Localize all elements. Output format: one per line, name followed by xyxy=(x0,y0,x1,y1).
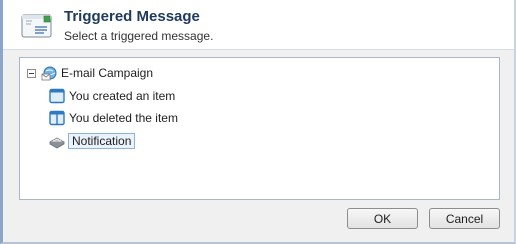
campaign-globe-icon xyxy=(41,66,57,81)
cancel-button[interactable]: Cancel xyxy=(429,208,500,229)
tree-item-label: You deleted the item xyxy=(69,111,178,125)
created-item-icon xyxy=(49,88,65,104)
deleted-item-icon xyxy=(49,110,65,126)
tree-item-you-deleted-the-item[interactable]: You deleted the item xyxy=(49,109,178,127)
triggered-message-dialog: Triggered Message Select a triggered mes… xyxy=(0,0,516,244)
dialog-title: Triggered Message xyxy=(64,8,200,25)
dialog-header: Triggered Message Select a triggered mes… xyxy=(3,0,514,50)
tree-item-label: E-mail Campaign xyxy=(61,66,154,80)
dialog-subtitle: Select a triggered message. xyxy=(64,29,214,43)
tree-item-notification[interactable]: Notification xyxy=(49,132,136,150)
tree-item-label: You created an item xyxy=(69,89,176,103)
collapse-toggle-icon[interactable] xyxy=(27,68,36,78)
tree-item-label: Notification xyxy=(68,133,136,149)
tree-item-email-campaign[interactable]: E-mail Campaign xyxy=(27,64,153,82)
tree-item-you-created-an-item[interactable]: You created an item xyxy=(49,87,175,105)
email-message-icon xyxy=(21,14,52,38)
message-tree[interactable]: E-mail Campaign You created an item You … xyxy=(19,57,500,200)
ok-button[interactable]: OK xyxy=(347,208,418,229)
notification-icon xyxy=(49,137,65,149)
